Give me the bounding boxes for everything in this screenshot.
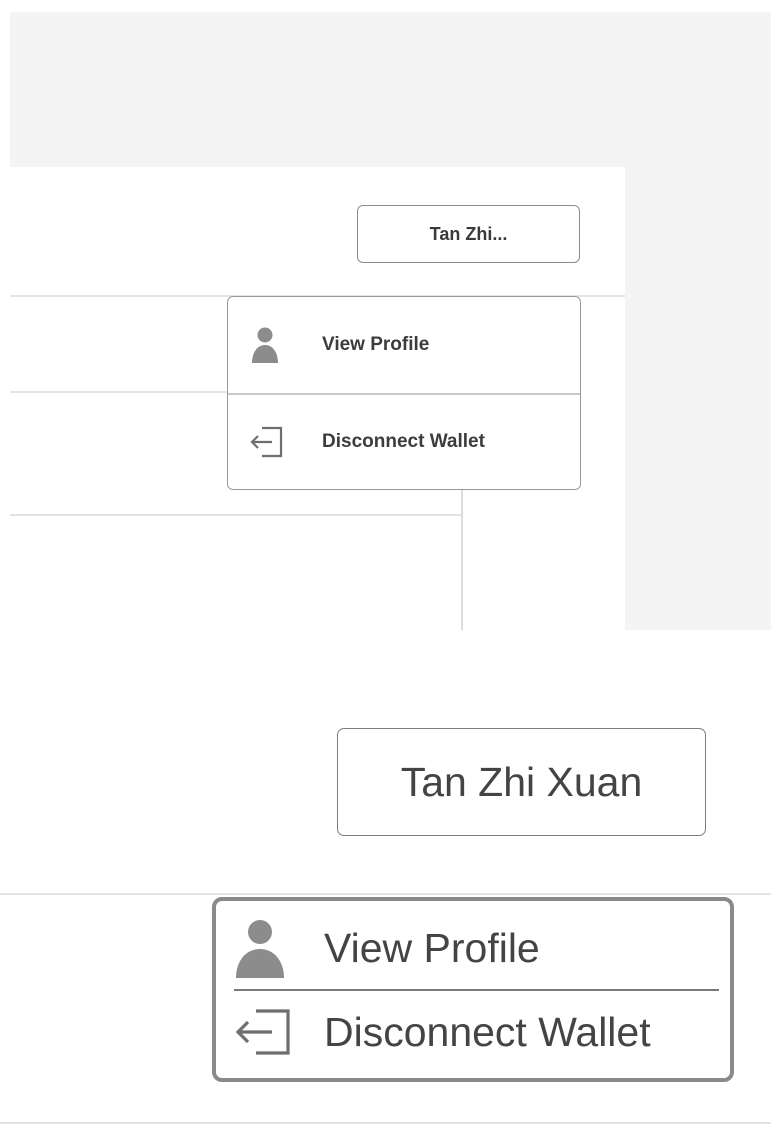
menu-item-view-profile[interactable]: View Profile <box>216 907 730 989</box>
menu-item-label: View Profile <box>322 334 430 355</box>
user-menu-button[interactable]: Tan Zhi... <box>357 205 580 263</box>
top-screenshot-panel: Tan Zhi... View Profile Disconnect Walle… <box>10 12 771 630</box>
row-divider <box>0 1122 771 1124</box>
user-menu-button-expanded[interactable]: Tan Zhi Xuan <box>337 728 706 836</box>
user-menu-button-label: Tan Zhi... <box>429 223 508 244</box>
menu-item-view-profile[interactable]: View Profile <box>228 297 580 393</box>
menu-item-label: View Profile <box>324 924 540 971</box>
row-divider <box>10 514 463 516</box>
user-dropdown-menu-expanded: View Profile Disconnect Wallet <box>212 897 734 1082</box>
logout-icon <box>232 1005 324 1059</box>
menu-item-disconnect-wallet[interactable]: Disconnect Wallet <box>216 991 730 1073</box>
person-icon <box>248 325 318 365</box>
page: Tan Zhi... View Profile Disconnect Walle… <box>0 0 771 1144</box>
header-card: Tan Zhi... View Profile Disconnect Walle… <box>10 167 625 630</box>
row-divider <box>10 391 240 393</box>
user-dropdown-menu: View Profile Disconnect Wallet <box>227 296 581 490</box>
user-menu-button-label: Tan Zhi Xuan <box>400 758 643 805</box>
column-divider <box>461 487 463 630</box>
menu-item-disconnect-wallet[interactable]: Disconnect Wallet <box>228 394 580 489</box>
person-icon <box>232 916 324 980</box>
logout-icon <box>248 424 318 460</box>
menu-item-label: Disconnect Wallet <box>324 1008 651 1055</box>
header-divider <box>0 893 771 895</box>
menu-item-label: Disconnect Wallet <box>322 430 485 452</box>
